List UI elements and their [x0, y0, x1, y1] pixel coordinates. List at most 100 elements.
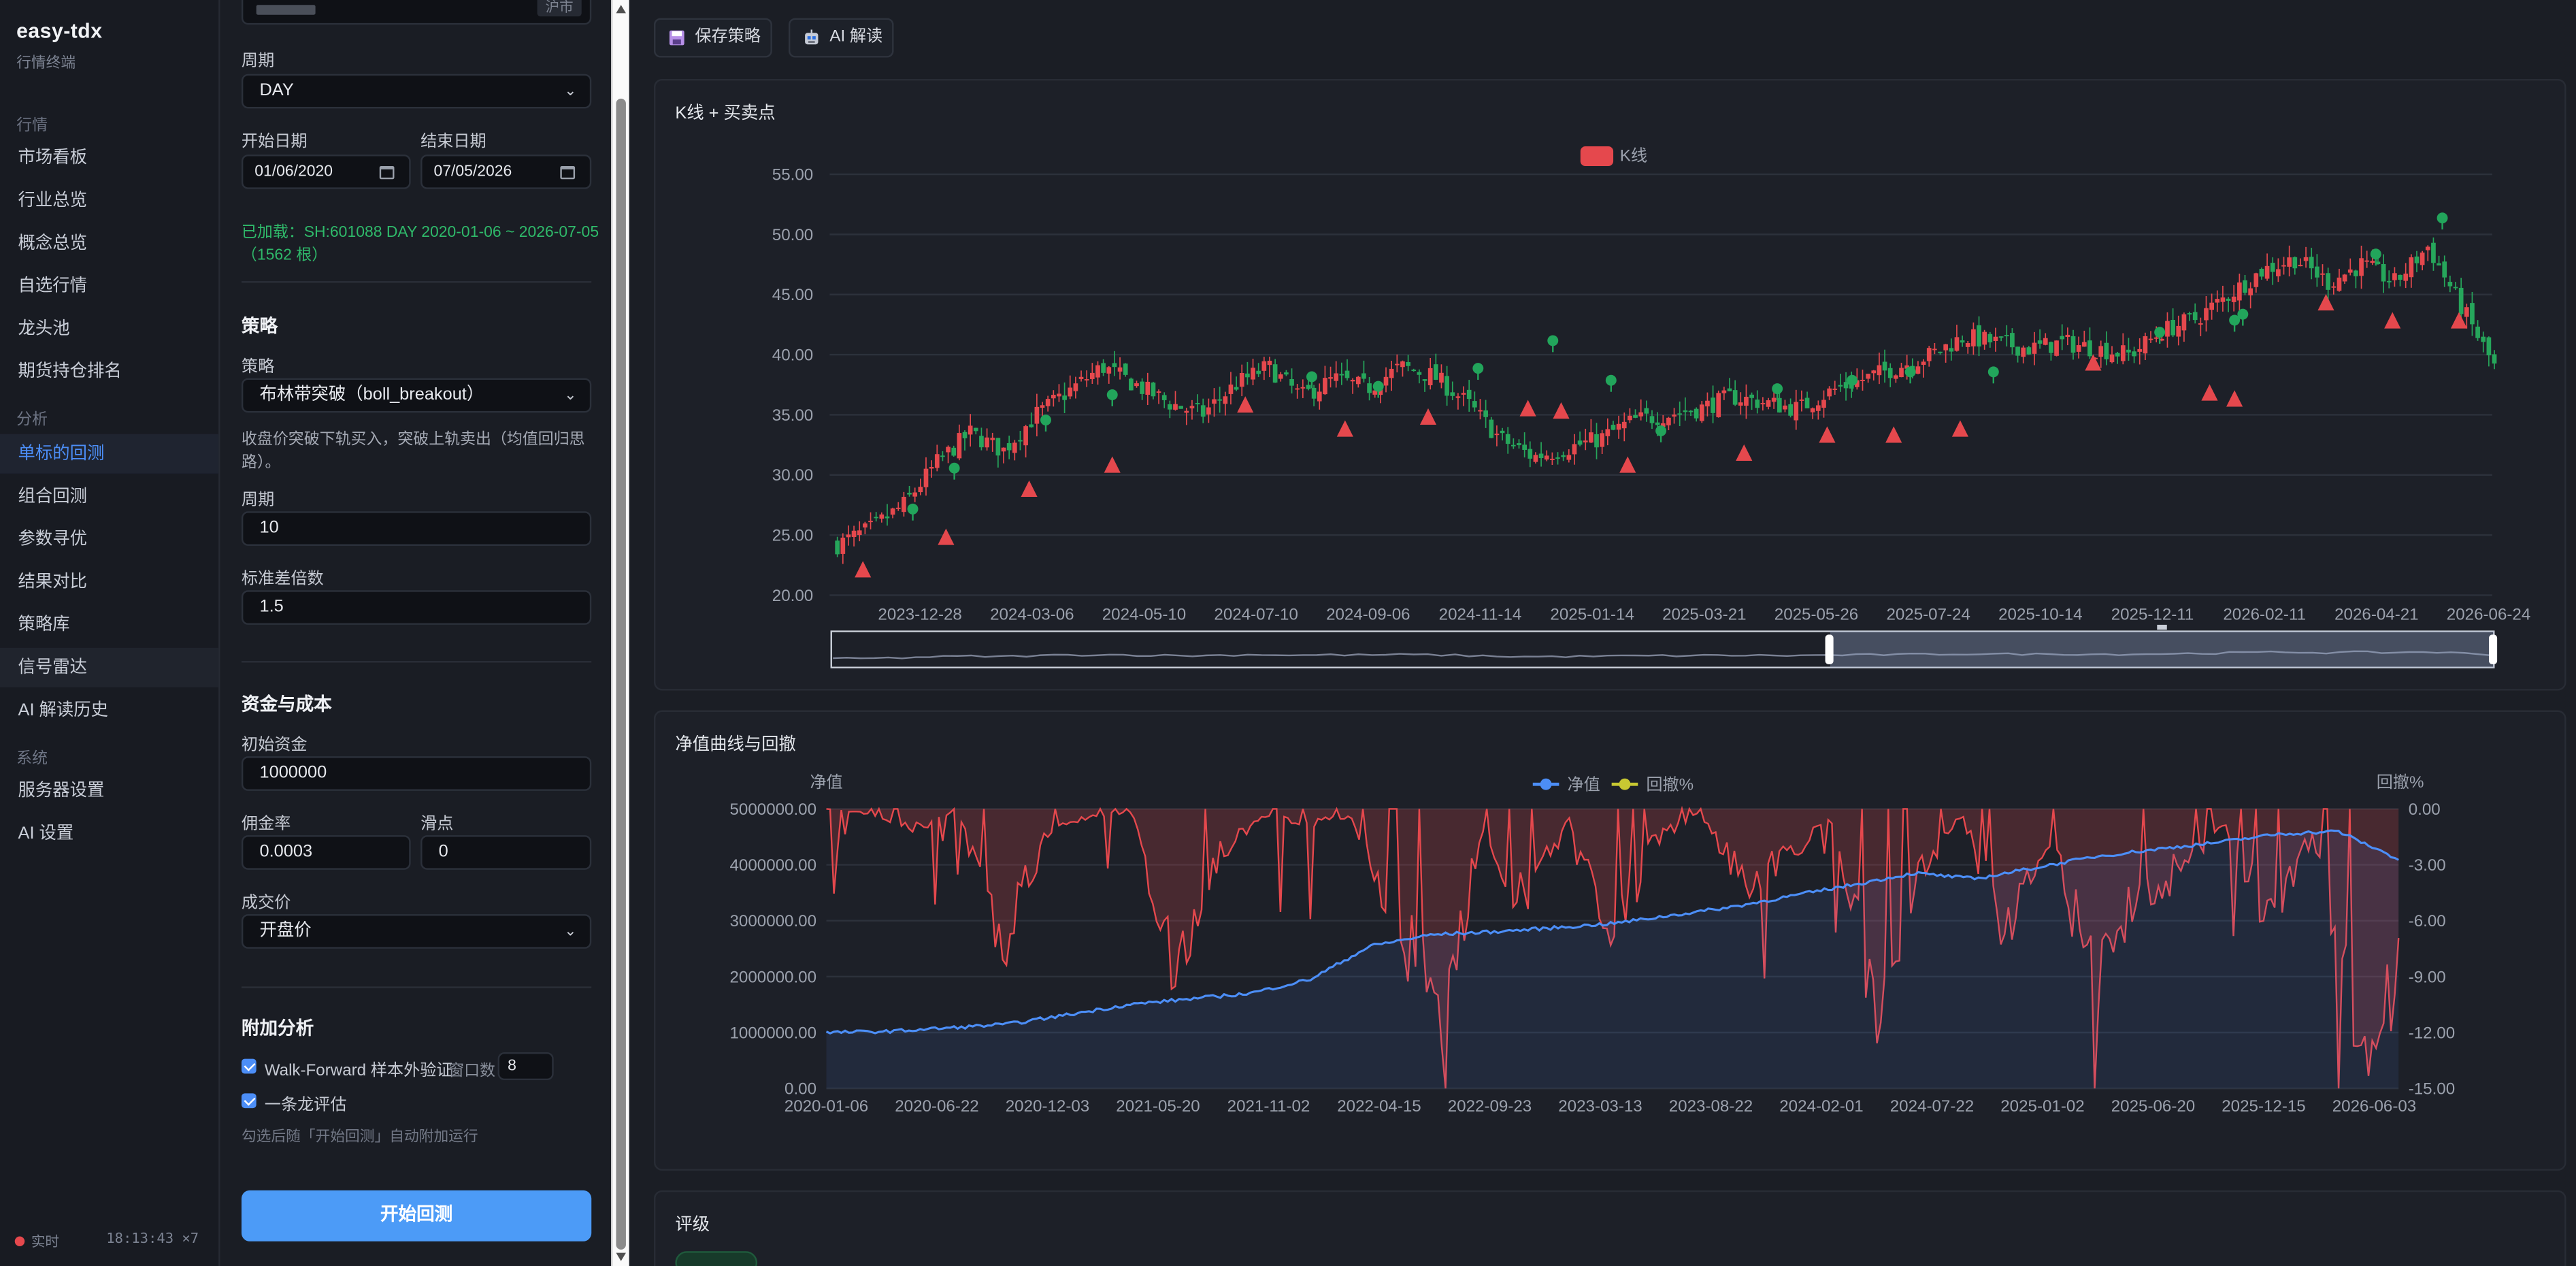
param-period-input[interactable]: 10 — [241, 511, 592, 546]
candle-body — [2148, 338, 2153, 340]
period-select[interactable]: DAY ⌄ — [241, 74, 592, 109]
candle-body — [1317, 391, 1322, 402]
nav-item-industry-overview[interactable]: 行业总览 — [0, 181, 218, 221]
nav-item-futures-ranking[interactable]: 期货持仓排名 — [0, 352, 218, 391]
y-tick-label: 35.00 — [772, 406, 813, 425]
chevron-down-icon: ⌄ — [564, 82, 577, 99]
main-content: 保存策略 AI 解读 K线 + 买卖点 K线 55.00 50.00 45.00 40.… — [629, 0, 2576, 1266]
start-date-input[interactable]: 01/06/2020 — [241, 155, 411, 189]
run-backtest-button[interactable]: 开始回测 — [241, 1190, 592, 1241]
nav-item-concept-overview[interactable]: 概念总览 — [0, 224, 218, 263]
save-strategy-button[interactable]: 保存策略 — [653, 18, 772, 58]
scrollbar-thumb[interactable] — [616, 98, 626, 1250]
kline-chart[interactable]: K线 55.00 50.00 45.00 40.00 35.00 30.00 25.00 20.… — [655, 80, 2568, 692]
y-tick-label: 25.00 — [772, 527, 813, 545]
nav-item-result-compare[interactable]: 结果对比 — [0, 562, 218, 602]
nav-item-strategy-library[interactable]: 策略库 — [0, 605, 218, 645]
candle-body — [1589, 432, 1594, 443]
init-capital-input[interactable]: 1000000 — [241, 756, 592, 791]
candle-body — [1161, 395, 1167, 400]
candle-body — [2298, 265, 2303, 267]
candle-body — [1406, 361, 1410, 366]
calendar-icon[interactable] — [560, 165, 576, 180]
calendar-icon[interactable] — [379, 165, 395, 180]
candle-body — [2431, 242, 2436, 263]
symbol-input[interactable]: 沪市 — [241, 0, 592, 25]
nav-item-ai-settings[interactable]: AI 设置 — [0, 814, 218, 854]
left-y-tick-label: 0.00 — [785, 1080, 816, 1099]
end-date-input[interactable]: 07/05/2026 — [420, 155, 592, 189]
candle-body — [2176, 325, 2181, 337]
nav-item-single-backtest[interactable]: 单标的回测 — [0, 434, 219, 474]
nav-item-market-board[interactable]: 市场看板 — [0, 138, 218, 178]
buy-marker — [1419, 408, 1437, 425]
param-period-label: 周期 — [241, 491, 275, 510]
x-tick-label: 2020-06-22 — [895, 1097, 978, 1116]
x-tick-label: 2023-03-13 — [1558, 1097, 1642, 1116]
candle-body — [1677, 413, 1683, 415]
candle-body — [1023, 426, 1028, 446]
legend-kline-label: K线 — [1620, 147, 1647, 165]
scroll-up-icon[interactable] — [616, 5, 626, 14]
x-tick-label: 2024-07-10 — [1214, 606, 1298, 624]
candle-body — [2187, 313, 2192, 314]
candle-body — [1766, 400, 1771, 407]
equity-card: 净值曲线与回撤 净值 回撤% 净值 回撤% 5000000.00 4000000.00 30… — [653, 710, 2568, 1172]
fill-price-select[interactable]: 开盘价 ⌄ — [241, 914, 592, 949]
zoom-handle-right — [2489, 634, 2498, 664]
candle-body — [1566, 455, 1572, 460]
param-std-input[interactable]: 1.5 — [241, 590, 592, 625]
strategy-select[interactable]: 布林带突破（boll_breakout） ⌄ — [241, 378, 592, 413]
candle-body — [1344, 370, 1350, 378]
candle-body — [2354, 270, 2358, 276]
candle-body — [2198, 323, 2203, 325]
candle-body — [1228, 384, 1234, 394]
commission-input[interactable]: 0.0003 — [241, 835, 411, 870]
candle-body — [2015, 346, 2020, 356]
candle-body — [1810, 408, 1815, 412]
ai-interpret-button[interactable]: AI 解读 — [788, 18, 894, 58]
strategy-description-line1: 收盘价突破下轨买入，突破上轨卖出（均值回归思 — [241, 430, 585, 449]
candle-body — [1832, 388, 1838, 390]
candle-body — [2336, 277, 2342, 291]
walk-forward-checkbox[interactable] — [241, 1058, 257, 1074]
nav-item-watchlist[interactable]: 自选行情 — [0, 266, 218, 306]
buy-marker — [1021, 480, 1038, 497]
equity-chart[interactable]: 净值 回撤% 净值 回撤% 5000000.00 4000000.00 3000000.00… — [655, 712, 2568, 1172]
nav-item-param-optimize[interactable]: 参数寻优 — [0, 519, 218, 559]
candle-body — [1500, 430, 1505, 434]
form-scrollbar[interactable] — [611, 0, 629, 1266]
nav-item-server-settings[interactable]: 服务器设置 — [0, 771, 218, 811]
x-tick-label: 2020-01-06 — [785, 1097, 868, 1116]
candle-body — [1887, 368, 1893, 378]
candle-body — [2060, 336, 2065, 340]
candle-body — [1089, 372, 1095, 379]
candle-body — [2126, 349, 2131, 353]
candle-body — [2342, 274, 2347, 282]
candle-body — [1594, 434, 1599, 448]
candle-body — [2381, 263, 2386, 282]
dragon-eval-checkbox[interactable] — [241, 1093, 257, 1109]
candle-body — [957, 433, 962, 459]
scroll-down-icon[interactable] — [616, 1252, 626, 1261]
candle-body — [1062, 395, 1067, 400]
nav-item-portfolio-backtest[interactable]: 组合回测 — [0, 477, 218, 517]
candle-body — [1794, 402, 1799, 421]
slippage-label: 滑点 — [420, 815, 454, 834]
window-count-input[interactable]: 8 — [497, 1052, 554, 1081]
candle-body — [2204, 308, 2209, 321]
candle-body — [1517, 443, 1521, 446]
buy-marker — [1819, 426, 1836, 443]
candle-body — [2010, 333, 2015, 348]
nav-item-leader-pool[interactable]: 龙头池 — [0, 309, 218, 348]
nav-section-system: 系统 — [16, 749, 48, 768]
commission-value: 0.0003 — [259, 841, 313, 862]
nav-item-ai-history[interactable]: AI 解读历史 — [0, 691, 218, 730]
robot-icon — [804, 29, 820, 46]
slippage-input[interactable]: 0 — [420, 835, 592, 870]
strategy-value: 布林带突破（boll_breakout） — [259, 385, 484, 405]
x-tick-label: 2026-02-11 — [2223, 606, 2306, 624]
candle-body — [1472, 401, 1477, 408]
nav-item-signal-radar[interactable]: 信号雷达 — [0, 647, 219, 687]
candle-body — [1600, 433, 1605, 447]
